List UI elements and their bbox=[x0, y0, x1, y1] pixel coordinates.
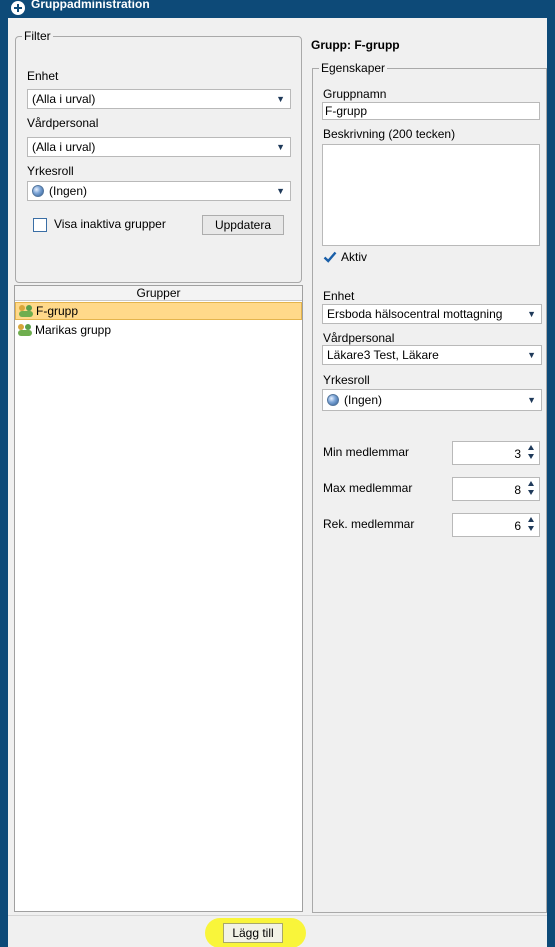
window-content: Filter Enhet (Alla i urval) ▼ Vårdperson… bbox=[8, 18, 547, 947]
spin-down-icon[interactable] bbox=[528, 526, 534, 531]
show-inactive-checkbox[interactable] bbox=[33, 218, 47, 232]
active-label[interactable]: Aktiv bbox=[341, 250, 367, 264]
spin-up-icon[interactable] bbox=[528, 445, 534, 450]
chevron-down-icon: ▼ bbox=[527, 309, 536, 319]
role-select[interactable]: (Ingen) ▼ bbox=[322, 389, 542, 411]
max-members-label: Max medlemmar bbox=[323, 481, 413, 495]
filter-unit-value: (Alla i urval) bbox=[32, 92, 96, 106]
rec-members-stepper[interactable]: 6 bbox=[452, 513, 540, 537]
staff-value: Läkare3 Test, Läkare bbox=[327, 348, 439, 362]
globe-icon bbox=[327, 394, 339, 406]
filter-role-value: (Ingen) bbox=[49, 184, 88, 198]
min-members-label: Min medlemmar bbox=[323, 445, 410, 459]
spin-down-icon[interactable] bbox=[528, 490, 534, 495]
unit-select[interactable]: Ersboda hälsocentral mottagning ▼ bbox=[322, 304, 542, 324]
group-name-input[interactable]: F-grupp bbox=[322, 102, 540, 120]
chevron-down-icon: ▼ bbox=[276, 94, 285, 104]
min-members-stepper[interactable]: 3 bbox=[452, 441, 540, 465]
spin-down-icon[interactable] bbox=[528, 454, 534, 459]
staff-select[interactable]: Läkare3 Test, Läkare ▼ bbox=[322, 345, 542, 365]
staff-label: Vårdpersonal bbox=[323, 331, 395, 345]
filter-staff-value: (Alla i urval) bbox=[32, 140, 96, 154]
title-bar: Gruppadministration bbox=[0, 0, 555, 18]
group-icon bbox=[19, 305, 33, 317]
group-icon bbox=[18, 324, 32, 336]
active-checkbox[interactable] bbox=[323, 250, 337, 264]
globe-icon bbox=[32, 185, 44, 197]
max-members-stepper[interactable]: 8 bbox=[452, 477, 540, 501]
filter-staff-label: Vårdpersonal bbox=[27, 116, 99, 130]
group-row[interactable]: Marikas grupp bbox=[15, 322, 302, 340]
filter-legend: Filter bbox=[22, 29, 53, 43]
plus-circle-icon bbox=[11, 1, 25, 15]
min-members-value: 3 bbox=[514, 447, 521, 461]
filter-staff-select[interactable]: (Alla i urval) ▼ bbox=[27, 137, 291, 157]
window-border-right bbox=[547, 18, 555, 947]
chevron-down-icon: ▼ bbox=[276, 142, 285, 152]
groups-list-header[interactable]: Grupper bbox=[15, 286, 302, 301]
bottom-bar: Lägg till bbox=[8, 915, 547, 947]
chevron-down-icon: ▼ bbox=[527, 395, 536, 405]
window-border-left bbox=[0, 18, 8, 947]
spin-up-icon[interactable] bbox=[528, 481, 534, 486]
group-admin-window: Gruppadministration Filter Enhet (Alla i… bbox=[0, 0, 555, 947]
role-value: (Ingen) bbox=[344, 393, 383, 407]
description-label: Beskrivning (200 tecken) bbox=[323, 127, 456, 141]
group-row[interactable]: F-grupp bbox=[15, 302, 302, 320]
rec-members-value: 6 bbox=[514, 519, 521, 533]
unit-label: Enhet bbox=[323, 289, 355, 303]
add-button[interactable]: Lägg till bbox=[223, 923, 283, 943]
filter-role-select[interactable]: (Ingen) ▼ bbox=[27, 181, 291, 201]
group-row-label: F-grupp bbox=[36, 304, 79, 318]
properties-legend: Egenskaper bbox=[319, 61, 388, 75]
description-textarea[interactable] bbox=[322, 144, 540, 246]
group-row-label: Marikas grupp bbox=[35, 323, 112, 337]
filter-role-label: Yrkesroll bbox=[27, 164, 74, 178]
properties-groupbox: Egenskaper Gruppnamn F-grupp Beskrivning… bbox=[312, 61, 547, 913]
window-title: Gruppadministration bbox=[31, 0, 150, 11]
spin-up-icon[interactable] bbox=[528, 517, 534, 522]
filter-unit-label: Enhet bbox=[27, 69, 59, 83]
filter-unit-select[interactable]: (Alla i urval) ▼ bbox=[27, 89, 291, 109]
group-title: Grupp: F-grupp bbox=[311, 38, 400, 52]
unit-value: Ersboda hälsocentral mottagning bbox=[327, 307, 503, 321]
chevron-down-icon: ▼ bbox=[276, 186, 285, 196]
update-button[interactable]: Uppdatera bbox=[202, 215, 284, 235]
chevron-down-icon: ▼ bbox=[527, 350, 536, 360]
filter-groupbox: Filter Enhet (Alla i urval) ▼ Vårdperson… bbox=[15, 29, 302, 283]
role-label: Yrkesroll bbox=[323, 373, 370, 387]
group-name-label: Gruppnamn bbox=[323, 87, 387, 101]
rec-members-label: Rek. medlemmar bbox=[323, 517, 415, 531]
groups-list[interactable]: Grupper F-grupp Marikas grupp bbox=[14, 285, 303, 912]
show-inactive-label[interactable]: Visa inaktiva grupper bbox=[54, 217, 166, 231]
max-members-value: 8 bbox=[514, 483, 521, 497]
